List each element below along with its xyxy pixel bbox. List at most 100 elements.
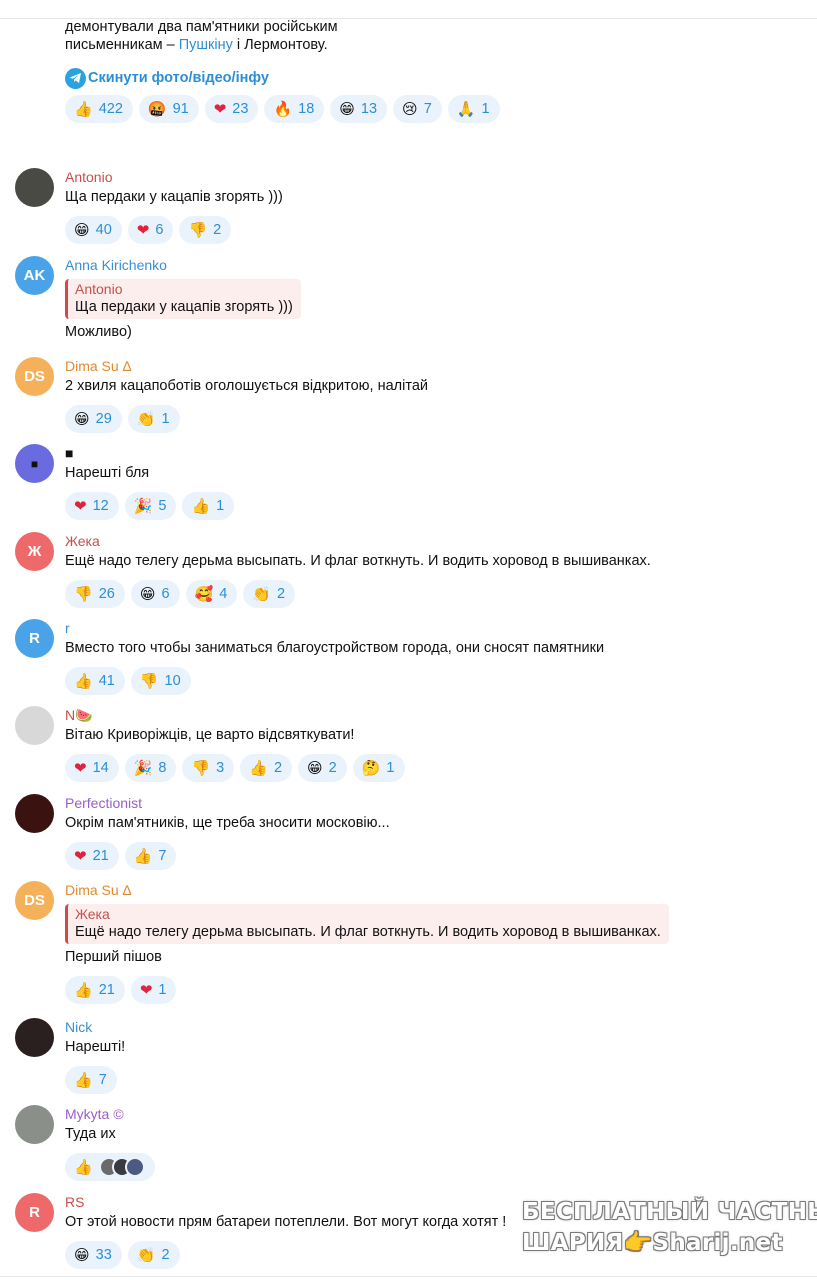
reaction-emoji-icon: ❤ [74,496,87,515]
reaction-emoji-icon: 👎 [188,220,208,239]
avatar[interactable] [15,168,54,207]
reaction-chip[interactable]: 😁 13 [330,95,388,123]
reaction-emoji-icon: ❤ [74,758,87,777]
author-name: Perfectionist [65,795,143,811]
comment-author[interactable]: Perfectionist [65,794,777,812]
avatar[interactable]: ■ [15,444,54,483]
reaction-chip[interactable]: 👍 7 [65,1066,117,1094]
reaction-chip[interactable]: 👍 [65,1153,155,1181]
author-badge-icon: © [113,1106,124,1122]
comment-author[interactable]: N🍉 [65,706,777,724]
reaction-chip[interactable]: 🥰 4 [185,580,238,608]
reaction-chip[interactable]: 👍 2 [240,754,293,782]
reaction-chip[interactable]: 😁 33 [65,1241,122,1269]
reaction-chip[interactable]: 🤔 1 [352,754,405,782]
avatar[interactable]: R [15,619,54,658]
comment-body: Жека Ещё надо телегу дерьма высыпать. И ф… [65,532,777,608]
quote-author: Antonio [75,281,123,297]
avatar[interactable] [15,794,54,833]
avatar[interactable] [15,1018,54,1057]
reaction-chip[interactable]: 👏 1 [127,405,180,433]
author-badge-icon: ∆ [122,358,132,374]
reaction-chip[interactable]: 👏 2 [243,580,296,608]
comment-author[interactable]: Жека [65,532,777,550]
reaction-chip[interactable]: 😁 29 [65,405,122,433]
reaction-chip[interactable]: 👎 26 [65,580,125,608]
comment-author[interactable]: Anna Kirichenko [65,256,777,274]
reaction-chip[interactable]: ❤ 23 [204,95,259,123]
comment-text: Ща пердаки у кацапів згорять ))) [65,189,283,205]
avatar[interactable]: Ж [15,532,54,571]
reaction-count: 41 [98,673,115,689]
reaction-chip[interactable]: 👎 3 [182,754,235,782]
reaction-chip[interactable]: 🤬 91 [138,95,199,123]
reaction-chip[interactable]: 😢 7 [393,95,442,123]
reaction-chip[interactable]: 😁 6 [130,580,180,608]
reaction-chip[interactable]: ❤ 21 [65,842,119,870]
reaction-count: 2 [277,586,286,602]
reaction-chip[interactable]: 🎉 8 [124,754,177,782]
avatar[interactable]: DS [15,881,54,920]
comment-author[interactable]: Antonio [65,168,777,186]
post-text: демонтували два пам'ятники російським пи… [65,18,338,54]
reaction-chip[interactable]: ❤ 1 [130,976,177,1004]
comment-author[interactable]: r [65,619,777,637]
reaction-chip[interactable]: 👎 2 [179,216,232,244]
comment-author[interactable]: ■ [65,444,777,462]
reply-quote[interactable]: Antonio Ща пердаки у кацапів згорять ))) [65,279,301,319]
reaction-chip[interactable]: ❤ 14 [65,754,119,782]
comment-reactions: 👍 [65,1153,777,1181]
pushkin-link[interactable]: Пушкіну [179,37,233,53]
reaction-chip[interactable]: 😁 2 [298,754,347,782]
reaction-chip[interactable]: 🎉 5 [124,492,177,520]
reaction-chip[interactable]: 😁 40 [65,216,122,244]
post-reactions: 👍 422 🤬 91 ❤ 23 🔥 18 😁 13 😢 7 🙏 1 [65,95,500,123]
reactor-avatars [98,1157,145,1177]
reaction-chip[interactable]: 👍 422 [65,95,133,123]
reaction-chip[interactable]: 👍 7 [124,842,177,870]
reaction-chip[interactable]: ❤ 6 [127,216,174,244]
reaction-emoji-icon: 👏 [136,1245,156,1264]
avatar[interactable] [15,1105,54,1144]
comment-body: Antonio Ща пердаки у кацапів згорять ))) 😁… [65,168,777,244]
reaction-emoji-icon: 👍 [133,846,153,865]
reaction-count: 12 [92,498,109,514]
reaction-chip[interactable]: ❤ 12 [65,492,119,520]
bottom-divider [0,1276,817,1277]
avatar[interactable] [15,706,54,745]
reaction-emoji-icon: 👍 [74,1157,93,1176]
post-text-line1: демонтували два пам'ятники російським [65,19,338,35]
reaction-count: 26 [98,586,115,602]
reaction-chip[interactable]: 👍 41 [65,667,125,695]
author-name: Жека [65,533,100,549]
reply-quote[interactable]: Жека Ещё надо телегу дерьма высыпать. И ф… [65,904,669,944]
reaction-chip[interactable]: 👎 10 [130,667,191,695]
comment-reactions: 👎 26 😁 6 🥰 4 👏 2 [65,580,777,608]
reaction-chip[interactable]: 🙏 1 [447,95,500,123]
avatar[interactable]: AK [15,256,54,295]
reaction-count: 6 [161,586,170,602]
reaction-emoji-icon: 👏 [252,584,271,603]
avatar[interactable]: R [15,1193,54,1232]
comment-author[interactable]: Nick [65,1018,777,1036]
comment-reactions: 👍 21 ❤ 1 [65,976,777,1004]
quote-text: Ещё надо телегу дерьма высыпать. И флаг … [75,924,661,940]
comment-author[interactable]: Mykyta © [65,1105,777,1123]
reaction-chip[interactable]: 👍 21 [65,976,125,1004]
reaction-emoji-icon: ❤ [139,980,153,999]
comment-author[interactable]: Dima Su ∆ [65,881,777,899]
comment-author[interactable]: Dima Su ∆ [65,357,777,375]
reaction-chip[interactable]: 👏 2 [127,1241,180,1269]
post-text-line2: письменникам – Пушкіну і Лермонтову. [65,37,328,53]
comment-text: Ещё надо телегу дерьма высыпать. И флаг … [65,553,651,569]
avatar[interactable]: DS [15,357,54,396]
reaction-chip[interactable]: 🔥 18 [264,95,325,123]
reaction-chip[interactable]: 👍 1 [182,492,235,520]
author-name: Dima Su [65,358,119,374]
reaction-count: 10 [164,673,181,689]
comment-reactions: 👍 41 👎 10 [65,667,777,695]
share-link[interactable]: Скинути фото/відео/інфу [65,66,269,90]
reaction-count: 2 [273,760,283,776]
reaction-count: 23 [232,101,249,117]
quote-text: Ща пердаки у кацапів згорять ))) [75,299,293,315]
